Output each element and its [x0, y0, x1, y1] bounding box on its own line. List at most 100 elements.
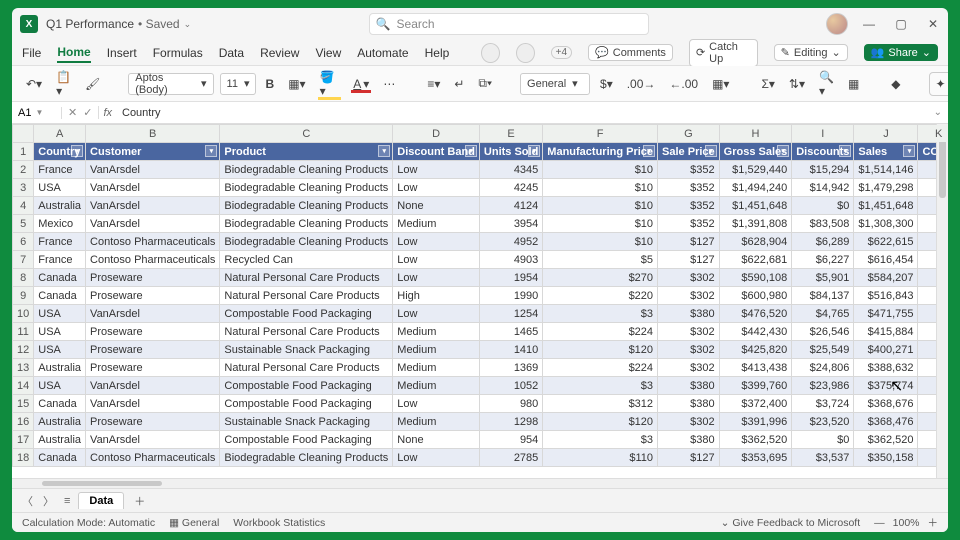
cell[interactable]: 1954	[479, 269, 542, 287]
presence-overflow-badge[interactable]: +4	[551, 46, 572, 59]
filter-dropdown-icon[interactable]: ▾	[643, 145, 655, 157]
cell[interactable]: $270	[543, 269, 658, 287]
cell[interactable]: Natural Personal Care Products	[220, 269, 393, 287]
tab-formulas[interactable]: Formulas	[153, 44, 203, 62]
workbook-statistics-label[interactable]: Workbook Statistics	[233, 517, 325, 529]
cell[interactable]: $26,546	[792, 323, 854, 341]
cell[interactable]: $352	[658, 161, 720, 179]
cell[interactable]: None	[393, 197, 480, 215]
cell[interactable]: $0	[792, 197, 854, 215]
row-header[interactable]: 10	[13, 305, 34, 323]
cell[interactable]: Biodegradable Cleaning Products	[220, 233, 393, 251]
document-title[interactable]: Q1 Performance	[46, 17, 134, 31]
cell[interactable]: $352	[658, 215, 720, 233]
cell[interactable]: $302	[658, 287, 720, 305]
cell[interactable]: $312	[543, 395, 658, 413]
accessibility-label[interactable]: ▦ General	[169, 517, 219, 529]
borders-button[interactable]: ▦▾	[284, 75, 309, 93]
cell[interactable]: $368,676	[854, 395, 918, 413]
cell[interactable]: $83,508	[792, 215, 854, 233]
increase-decimal-button[interactable]: ←.00	[665, 75, 702, 93]
font-color-button[interactable]: A▾	[349, 75, 373, 93]
cell[interactable]: Low	[393, 269, 480, 287]
select-all-corner[interactable]	[13, 125, 34, 143]
table-header-cell[interactable]: Manufacturing Price▾	[543, 143, 658, 161]
cell[interactable]: $380	[658, 431, 720, 449]
cell[interactable]: 1298	[479, 413, 542, 431]
cell[interactable]: France	[34, 251, 86, 269]
cell[interactable]: $10	[543, 233, 658, 251]
paste-button[interactable]: 📋▾	[52, 68, 75, 100]
cell[interactable]: Medium	[393, 341, 480, 359]
cell[interactable]: $516,843	[854, 287, 918, 305]
more-font-button[interactable]: ⋯	[379, 75, 399, 93]
window-close-button[interactable]: ✕	[926, 17, 940, 31]
cell[interactable]: USA	[34, 323, 86, 341]
cell[interactable]: Low	[393, 395, 480, 413]
add-sheet-button[interactable]: ＋	[130, 493, 149, 509]
cell[interactable]: Proseware	[86, 323, 220, 341]
cell[interactable]: $1,479,298	[854, 179, 918, 197]
sheet-nav-next[interactable]: 〉	[41, 493, 56, 509]
table-header-cell[interactable]: Sales▾	[854, 143, 918, 161]
currency-button[interactable]: $▾	[596, 75, 617, 93]
cell[interactable]: $622,615	[854, 233, 918, 251]
window-minimize-button[interactable]: —	[862, 17, 876, 31]
bold-button[interactable]: B	[262, 75, 279, 93]
comments-button[interactable]: 💬 Comments	[588, 44, 673, 61]
cell[interactable]: $400,271	[854, 341, 918, 359]
cell[interactable]: $23,520	[792, 413, 854, 431]
cell[interactable]: Biodegradable Cleaning Products	[220, 179, 393, 197]
wrap-text-button[interactable]: ↵	[450, 75, 468, 93]
cell[interactable]: 4124	[479, 197, 542, 215]
cell[interactable]: VanArsdel	[86, 305, 220, 323]
column-header[interactable]: E	[479, 125, 542, 143]
cell[interactable]: Natural Personal Care Products	[220, 359, 393, 377]
cell[interactable]: $10	[543, 197, 658, 215]
cell[interactable]: $0	[792, 431, 854, 449]
cell[interactable]: $15,294	[792, 161, 854, 179]
find-button[interactable]: 🔍▾	[815, 68, 838, 100]
cell[interactable]: Proseware	[86, 287, 220, 305]
cell[interactable]: $302	[658, 413, 720, 431]
cell[interactable]: France	[34, 233, 86, 251]
cell[interactable]: $302	[658, 323, 720, 341]
cell[interactable]: 954	[479, 431, 542, 449]
cell[interactable]: $127	[658, 449, 720, 467]
cell[interactable]: $3	[543, 431, 658, 449]
cell[interactable]: $127	[658, 233, 720, 251]
cell[interactable]: Low	[393, 179, 480, 197]
sheet-nav-all[interactable]: ≡	[62, 495, 72, 507]
filter-dropdown-icon[interactable]: ▾	[378, 145, 390, 157]
cell[interactable]: $372,400	[719, 395, 792, 413]
cell[interactable]: Low	[393, 305, 480, 323]
add-ins-button[interactable]: ▦	[844, 75, 863, 93]
tab-review[interactable]: Review	[260, 44, 299, 62]
cell[interactable]: Proseware	[86, 341, 220, 359]
cell[interactable]: $10	[543, 161, 658, 179]
cell[interactable]: Compostable Food Packaging	[220, 305, 393, 323]
cell[interactable]: $415,884	[854, 323, 918, 341]
cell[interactable]: 4245	[479, 179, 542, 197]
tab-insert[interactable]: Insert	[107, 44, 137, 62]
cell[interactable]: USA	[34, 377, 86, 395]
cell[interactable]: $352	[658, 179, 720, 197]
cell[interactable]: VanArsdel	[86, 377, 220, 395]
column-header[interactable]: C	[220, 125, 393, 143]
cell[interactable]: $375,774	[854, 377, 918, 395]
cell[interactable]: $353,695	[719, 449, 792, 467]
cell[interactable]: Medium	[393, 323, 480, 341]
cell[interactable]: Natural Personal Care Products	[220, 287, 393, 305]
calculation-mode-label[interactable]: Calculation Mode: Automatic	[22, 517, 155, 529]
cell[interactable]: 1254	[479, 305, 542, 323]
expand-formula-bar-button[interactable]: ⌄	[928, 107, 948, 118]
row-header[interactable]: 18	[13, 449, 34, 467]
filter-dropdown-icon[interactable]: ▾	[903, 145, 915, 157]
tab-automate[interactable]: Automate	[357, 44, 408, 62]
cell[interactable]: Contoso Pharmaceuticals	[86, 251, 220, 269]
cell[interactable]: Biodegradable Cleaning Products	[220, 197, 393, 215]
tab-home[interactable]: Home	[57, 43, 90, 63]
table-header-cell[interactable]: Customer▾	[86, 143, 220, 161]
zoom-in-button[interactable]: ＋	[928, 515, 939, 530]
cell[interactable]: $14,942	[792, 179, 854, 197]
